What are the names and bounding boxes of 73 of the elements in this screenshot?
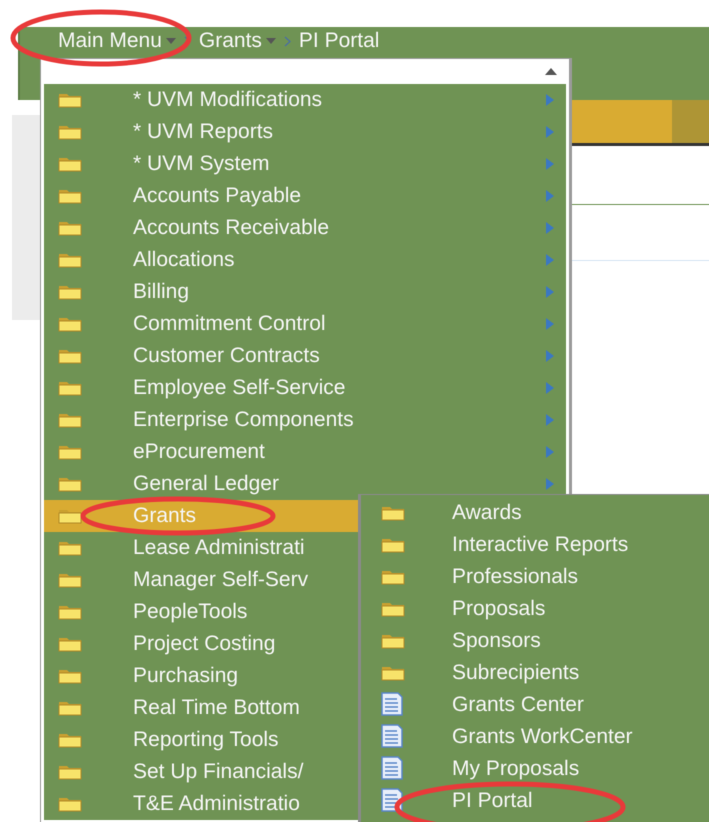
document-icon — [381, 756, 403, 780]
caret-icon — [266, 38, 276, 44]
submenu-arrow-icon — [546, 254, 554, 266]
folder-icon — [58, 764, 82, 780]
menu-item[interactable]: Enterprise Components — [44, 404, 566, 436]
folder-icon — [381, 665, 405, 681]
submenu-arrow-icon — [546, 478, 554, 490]
folder-icon — [58, 92, 82, 108]
menu-item[interactable]: Grants WorkCenter — [361, 721, 709, 753]
submenu-arrow-icon — [546, 158, 554, 170]
menu-item[interactable]: My Proposals — [361, 753, 709, 785]
menu-item[interactable]: Accounts Payable — [44, 180, 566, 212]
folder-icon — [58, 284, 82, 300]
menu-item[interactable]: Interactive Reports — [361, 529, 709, 561]
folder-icon — [58, 540, 82, 556]
submenu-arrow-icon — [546, 382, 554, 394]
folder-icon — [58, 124, 82, 140]
menu-item[interactable]: Grants Center — [361, 689, 709, 721]
submenu-arrow-icon — [546, 190, 554, 202]
menu-item[interactable]: Allocations — [44, 244, 566, 276]
folder-icon — [58, 796, 82, 812]
folder-icon — [58, 220, 82, 236]
folder-icon — [58, 252, 82, 268]
folder-icon — [58, 476, 82, 492]
breadcrumb-link[interactable]: Grants — [198, 25, 276, 57]
folder-icon — [58, 572, 82, 588]
menu-item[interactable]: Commitment Control — [44, 308, 566, 340]
menu-item[interactable]: eProcurement — [44, 436, 566, 468]
menu-item[interactable]: PI Portal — [361, 785, 709, 817]
menu-item[interactable]: Accounts Receivable — [44, 212, 566, 244]
folder-icon — [58, 444, 82, 460]
folder-icon — [58, 412, 82, 428]
folder-icon — [381, 537, 405, 553]
menu-item[interactable]: * UVM System — [44, 148, 566, 180]
submenu-arrow-icon — [546, 350, 554, 362]
submenu-arrow-icon — [546, 286, 554, 298]
folder-icon — [58, 508, 82, 524]
submenu-arrow-icon — [546, 446, 554, 458]
document-icon — [381, 692, 403, 716]
menu-item[interactable]: Subrecipients — [361, 657, 709, 689]
submenu-arrow-icon — [546, 94, 554, 106]
folder-icon — [58, 668, 82, 684]
chevron-icon — [284, 36, 291, 46]
menu-item[interactable]: General Ledger — [44, 468, 566, 500]
folder-icon — [58, 380, 82, 396]
folder-icon — [381, 633, 405, 649]
menu-item[interactable]: Proposals — [361, 593, 709, 625]
folder-icon — [58, 636, 82, 652]
folder-icon — [58, 316, 82, 332]
folder-icon — [58, 700, 82, 716]
folder-icon — [381, 569, 405, 585]
menu-item[interactable]: Professionals — [361, 561, 709, 593]
submenu-arrow-icon — [546, 318, 554, 330]
submenu-arrow-icon — [546, 414, 554, 426]
folder-icon — [58, 156, 82, 172]
folder-icon — [58, 732, 82, 748]
caret-icon — [166, 38, 176, 44]
folder-icon — [381, 505, 405, 521]
menu-item[interactable]: Sponsors — [361, 625, 709, 657]
folder-icon — [58, 604, 82, 620]
submenu-arrow-icon — [546, 126, 554, 138]
submenu-arrow-icon — [546, 222, 554, 234]
menu-item[interactable]: * UVM Modifications — [44, 84, 566, 116]
scroll-up-icon[interactable] — [545, 68, 557, 75]
document-icon — [381, 724, 403, 748]
folder-icon — [58, 188, 82, 204]
menu-item[interactable]: Billing — [44, 276, 566, 308]
folder-icon — [381, 601, 405, 617]
breadcrumb-link[interactable]: PI Portal — [298, 25, 380, 57]
menu-item[interactable]: Employee Self-Service — [44, 372, 566, 404]
menu-item[interactable]: Customer Contracts — [44, 340, 566, 372]
menu-item[interactable]: * UVM Reports — [44, 116, 566, 148]
folder-icon — [58, 348, 82, 364]
